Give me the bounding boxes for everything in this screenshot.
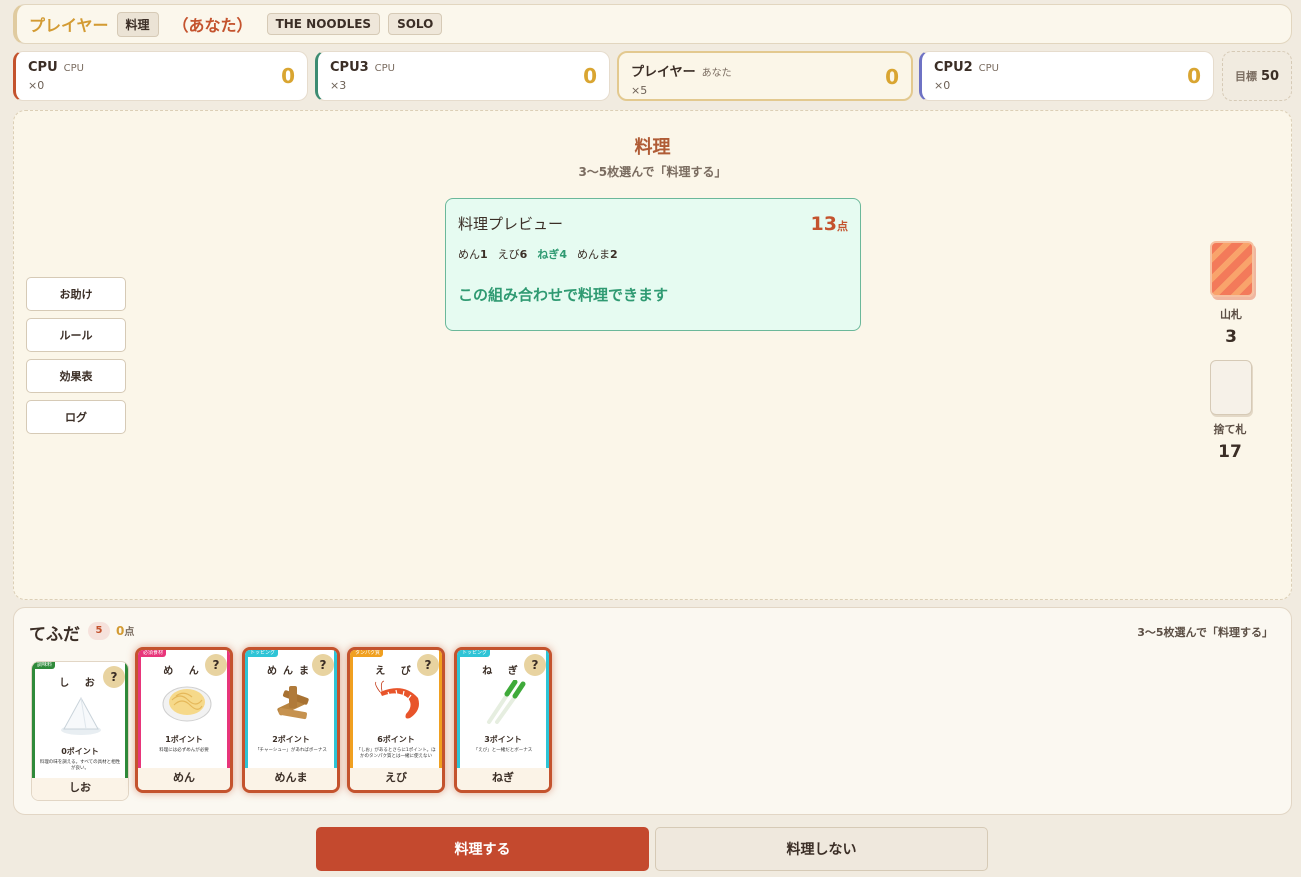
combo-item: えび6 xyxy=(497,248,528,261)
player-score: 0 xyxy=(583,64,597,88)
cooking-preview-panel: 料理プレビュー 13点 めん1 えび6 ねぎ4 めんま2 この組み合わせで料理で… xyxy=(445,198,861,331)
player-name: CPU2 xyxy=(934,60,973,75)
player-card-cpu: CPU CPU ×0 0 xyxy=(13,51,308,101)
player-card-cpu2: CPU2 CPU ×0 0 xyxy=(919,51,1214,101)
top-bar: プレイヤー 料理 （あなた） THE NOODLES SOLO xyxy=(13,4,1292,44)
card-footer-label: しお xyxy=(32,778,128,800)
draw-pile-label: 山札 xyxy=(1220,308,1242,321)
card-points: 6ポイント xyxy=(377,735,415,744)
rules-button[interactable]: ルール xyxy=(26,318,126,352)
player-card-you: プレイヤー あなた ×5 0 xyxy=(617,51,913,101)
card-description: 「えび」と一緒だとボーナス xyxy=(473,748,533,753)
hand-area: てふだ 5 0点 3〜5枚選んで「料理する」 調味料 し お ? 0ポイント 料… xyxy=(13,607,1292,815)
combo-item: めん1 xyxy=(458,248,488,261)
player-name: CPU3 xyxy=(330,60,369,75)
card-tag: 調味料 xyxy=(34,662,56,669)
card-info-button[interactable]: ? xyxy=(312,654,334,676)
combo-item: めんま2 xyxy=(576,248,618,261)
card-description: 「チャーシュー」があればボーナス xyxy=(255,748,327,753)
phase-title: 料理 xyxy=(634,137,671,158)
hand-count-badge: 5 xyxy=(88,622,110,640)
card-description: 料理の味を調える。すべての具材と相性が良い。 xyxy=(39,760,121,771)
draw-pile-count: 3 xyxy=(1225,327,1237,347)
card-info-button[interactable]: ? xyxy=(103,666,125,688)
card-description: 料理には必ずめんが必要 xyxy=(159,748,209,753)
current-player-name: プレイヤー xyxy=(29,16,109,35)
goal-value: 50 xyxy=(1260,68,1280,84)
log-button[interactable]: ログ xyxy=(26,400,126,434)
player-score: 0 xyxy=(281,64,295,88)
hand-title: てふだ xyxy=(29,625,80,645)
phase-chip: 料理 xyxy=(116,11,159,37)
game-board: 料理 3〜5枚選んで「料理する」 料理プレビュー 13点 めん1 えび6 ねぎ4… xyxy=(13,110,1292,600)
player-scoreboard: CPU CPU ×0 0 CPU3 CPU ×3 0 プレイヤー あなた ×5 0 C… xyxy=(13,51,1292,101)
player-card-cpu3: CPU3 CPU ×3 0 xyxy=(315,51,610,101)
game-title-chip: THE NOODLES xyxy=(266,13,381,35)
card-tag: トッピング xyxy=(459,650,491,657)
player-score: 0 xyxy=(1187,64,1201,88)
discard-pile-count: 17 xyxy=(1218,442,1242,462)
player-card-count: ×3 xyxy=(330,79,347,92)
preview-combo: めん1 えび6 ねぎ4 めんま2 xyxy=(458,246,848,262)
player-score: 0 xyxy=(885,65,899,89)
preview-points: 13点 xyxy=(810,213,848,235)
shrimp-icon xyxy=(375,680,419,719)
card-tag: タンパク質 xyxy=(352,650,384,657)
player-card-count: ×0 xyxy=(28,79,45,92)
goal-label: 目標 xyxy=(1234,70,1257,83)
player-type: CPU xyxy=(63,63,84,74)
hand-card-menma[interactable]: トッピング めんま ? 2ポイント 「チャーシュー」があればボーナス めんま xyxy=(242,647,340,793)
player-type: CPU xyxy=(374,63,396,74)
skip-cook-button[interactable]: 料理しない xyxy=(655,827,988,871)
card-points: 3ポイント xyxy=(484,735,522,744)
player-card-count: ×5 xyxy=(631,84,648,97)
discard-pile-label: 捨て札 xyxy=(1213,423,1247,436)
you-label: （あなた） xyxy=(172,16,253,35)
noodles-icon xyxy=(162,686,212,722)
hand-instruction: 3〜5枚選んで「料理する」 xyxy=(1137,626,1273,639)
card-footer-label: ねぎ xyxy=(457,768,549,790)
help-button[interactable]: お助け xyxy=(26,277,126,311)
card-tag: トッピング xyxy=(247,650,279,657)
green-onion-icon xyxy=(487,680,526,724)
card-points: 2ポイント xyxy=(272,735,310,744)
phase-instruction: 3〜5枚選んで「料理する」 xyxy=(578,165,727,179)
card-points: 0ポイント xyxy=(61,747,99,756)
card-info-button[interactable]: ? xyxy=(205,654,227,676)
preview-valid-message: この組み合わせで料理できます xyxy=(458,286,669,304)
card-footer-label: めんま xyxy=(245,768,337,790)
salt-icon xyxy=(61,696,101,735)
draw-pile[interactable] xyxy=(1210,241,1254,297)
hand-card-negi[interactable]: トッピング ね ぎ ? 3ポイント 「えび」と一緒だとボーナス ねぎ xyxy=(454,647,552,793)
player-name: プレイヤー xyxy=(631,65,696,80)
effects-table-button[interactable]: 効果表 xyxy=(26,359,126,393)
hand-card-men[interactable]: 必須食材 め ん ? 1ポイント 料理には必ずめんが必要 めん xyxy=(135,647,233,793)
preview-title: 料理プレビュー xyxy=(458,215,564,233)
card-tag: 必須食材 xyxy=(140,650,167,657)
player-type: CPU xyxy=(978,63,1000,74)
player-card-count: ×0 xyxy=(934,79,951,92)
card-points: 1ポイント xyxy=(165,735,203,744)
menma-icon xyxy=(277,686,309,720)
player-type: あなた xyxy=(701,68,732,79)
hand-card-shio[interactable]: 調味料 し お ? 0ポイント 料理の味を調える。すべての具材と相性が良い。 し… xyxy=(31,661,129,801)
cook-button[interactable]: 料理する xyxy=(316,827,649,871)
player-name: CPU xyxy=(28,60,58,75)
card-info-button[interactable]: ? xyxy=(524,654,546,676)
card-footer-label: めん xyxy=(138,768,230,790)
hand-points: 0点 xyxy=(116,624,135,638)
hand-card-ebi[interactable]: タンパク質 え び ? 6ポイント 「しお」があるとさらに1ポイント。ほかのタン… xyxy=(347,647,445,793)
discard-pile[interactable] xyxy=(1210,360,1252,415)
card-description: 「しお」があるとさらに1ポイント。ほかのタンパク質とは一緒に使えない xyxy=(356,748,436,759)
goal-badge: 目標 50 xyxy=(1222,51,1292,101)
card-info-button[interactable]: ? xyxy=(417,654,439,676)
combo-item-highlight: ねぎ4 xyxy=(537,248,567,261)
mode-chip: SOLO xyxy=(388,13,443,35)
card-footer-label: えび xyxy=(350,768,442,790)
